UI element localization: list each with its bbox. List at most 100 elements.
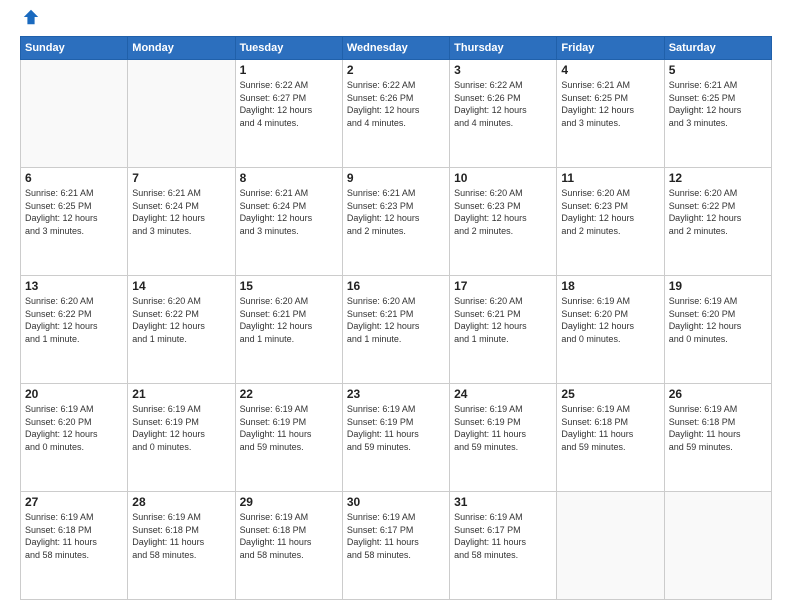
calendar-cell: 7 Sunrise: 6:21 AM Sunset: 6:24 PM Daylig… [128,168,235,276]
day-number: 9 [347,171,445,185]
header [20,16,772,26]
calendar-cell: 26 Sunrise: 6:19 AM Sunset: 6:18 PM Dayli… [664,384,771,492]
cell-info: Sunrise: 6:20 AM Sunset: 6:22 PM Dayligh… [25,295,123,345]
calendar-cell: 18Sunrise: 6:19 AM Sunset: 6:20 PM Dayli… [557,276,664,384]
calendar-cell: 3Sunrise: 6:22 AM Sunset: 6:26 PM Daylig… [450,60,557,168]
day-number: 14 [132,279,230,293]
calendar-cell: 5 Sunrise: 6:21 AM Sunset: 6:25 PM Daylig… [664,60,771,168]
weekday-header: Tuesday [235,37,342,60]
calendar-week-row: 1Sunrise: 6:22 AM Sunset: 6:27 PM Daylig… [21,60,772,168]
cell-info: Sunrise: 6:19 AM Sunset: 6:19 PM Dayligh… [132,403,230,453]
day-number: 17 [454,279,552,293]
day-number: 1 [240,63,338,77]
header-row: SundayMondayTuesdayWednesdayThursdayFrid… [21,37,772,60]
cell-info: Sunrise: 6:19 AM Sunset: 6:20 PM Dayligh… [25,403,123,453]
calendar-cell: 31 Sunrise: 6:19 AM Sunset: 6:17 PM Dayli… [450,492,557,600]
day-number: 10 [454,171,552,185]
calendar-cell: 25 Sunrise: 6:19 AM Sunset: 6:18 PM Dayli… [557,384,664,492]
calendar-cell: 22Sunrise: 6:19 AM Sunset: 6:19 PM Dayli… [235,384,342,492]
calendar-cell: 15 Sunrise: 6:20 AM Sunset: 6:21 PM Dayli… [235,276,342,384]
day-number: 4 [561,63,659,77]
cell-info: Sunrise: 6:19 AM Sunset: 6:19 PM Dayligh… [454,403,552,453]
day-number: 6 [25,171,123,185]
cell-info: Sunrise: 6:22 AM Sunset: 6:26 PM Dayligh… [347,79,445,129]
calendar-cell: 24 Sunrise: 6:19 AM Sunset: 6:19 PM Dayli… [450,384,557,492]
day-number: 21 [132,387,230,401]
day-number: 24 [454,387,552,401]
calendar-cell: 10Sunrise: 6:20 AM Sunset: 6:23 PM Dayli… [450,168,557,276]
day-number: 12 [669,171,767,185]
day-number: 7 [132,171,230,185]
cell-info: Sunrise: 6:20 AM Sunset: 6:21 PM Dayligh… [240,295,338,345]
cell-info: Sunrise: 6:19 AM Sunset: 6:18 PM Dayligh… [132,511,230,561]
day-number: 31 [454,495,552,509]
day-number: 16 [347,279,445,293]
cell-info: Sunrise: 6:19 AM Sunset: 6:19 PM Dayligh… [347,403,445,453]
calendar-cell: 11Sunrise: 6:20 AM Sunset: 6:23 PM Dayli… [557,168,664,276]
day-number: 28 [132,495,230,509]
day-number: 23 [347,387,445,401]
calendar-cell: 9 Sunrise: 6:21 AM Sunset: 6:23 PM Daylig… [342,168,449,276]
calendar-cell: 21 Sunrise: 6:19 AM Sunset: 6:19 PM Dayli… [128,384,235,492]
calendar-cell [128,60,235,168]
calendar-cell: 28 Sunrise: 6:19 AM Sunset: 6:18 PM Dayli… [128,492,235,600]
day-number: 5 [669,63,767,77]
calendar-cell: 12 Sunrise: 6:20 AM Sunset: 6:22 PM Dayli… [664,168,771,276]
calendar-cell: 19Sunrise: 6:19 AM Sunset: 6:20 PM Dayli… [664,276,771,384]
cell-info: Sunrise: 6:19 AM Sunset: 6:20 PM Dayligh… [561,295,659,345]
day-number: 30 [347,495,445,509]
calendar-cell: 1Sunrise: 6:22 AM Sunset: 6:27 PM Daylig… [235,60,342,168]
calendar-cell: 13 Sunrise: 6:20 AM Sunset: 6:22 PM Dayli… [21,276,128,384]
cell-info: Sunrise: 6:19 AM Sunset: 6:20 PM Dayligh… [669,295,767,345]
weekday-header: Monday [128,37,235,60]
calendar-week-row: 27 Sunrise: 6:19 AM Sunset: 6:18 PM Dayli… [21,492,772,600]
calendar-table: SundayMondayTuesdayWednesdayThursdayFrid… [20,36,772,600]
day-number: 8 [240,171,338,185]
calendar-cell: 17 Sunrise: 6:20 AM Sunset: 6:21 PM Dayli… [450,276,557,384]
day-number: 15 [240,279,338,293]
calendar-week-row: 20Sunrise: 6:19 AM Sunset: 6:20 PM Dayli… [21,384,772,492]
page: SundayMondayTuesdayWednesdayThursdayFrid… [0,0,792,612]
weekday-header: Sunday [21,37,128,60]
cell-info: Sunrise: 6:20 AM Sunset: 6:21 PM Dayligh… [454,295,552,345]
calendar-cell [21,60,128,168]
day-number: 13 [25,279,123,293]
weekday-header: Friday [557,37,664,60]
calendar-cell [664,492,771,600]
day-number: 26 [669,387,767,401]
weekday-header: Wednesday [342,37,449,60]
day-number: 2 [347,63,445,77]
day-number: 11 [561,171,659,185]
day-number: 25 [561,387,659,401]
cell-info: Sunrise: 6:20 AM Sunset: 6:22 PM Dayligh… [132,295,230,345]
cell-info: Sunrise: 6:19 AM Sunset: 6:18 PM Dayligh… [669,403,767,453]
cell-info: Sunrise: 6:20 AM Sunset: 6:22 PM Dayligh… [669,187,767,237]
day-number: 27 [25,495,123,509]
weekday-header: Saturday [664,37,771,60]
day-number: 22 [240,387,338,401]
logo-icon [22,8,40,26]
calendar-cell: 14 Sunrise: 6:20 AM Sunset: 6:22 PM Dayli… [128,276,235,384]
calendar-week-row: 6Sunrise: 6:21 AM Sunset: 6:25 PM Daylig… [21,168,772,276]
calendar-cell: 4 Sunrise: 6:21 AM Sunset: 6:25 PM Daylig… [557,60,664,168]
cell-info: Sunrise: 6:21 AM Sunset: 6:23 PM Dayligh… [347,187,445,237]
cell-info: Sunrise: 6:19 AM Sunset: 6:17 PM Dayligh… [347,511,445,561]
cell-info: Sunrise: 6:19 AM Sunset: 6:18 PM Dayligh… [25,511,123,561]
calendar-cell: 8Sunrise: 6:21 AM Sunset: 6:24 PM Daylig… [235,168,342,276]
calendar-cell: 6Sunrise: 6:21 AM Sunset: 6:25 PM Daylig… [21,168,128,276]
calendar-cell: 30 Sunrise: 6:19 AM Sunset: 6:17 PM Dayli… [342,492,449,600]
cell-info: Sunrise: 6:22 AM Sunset: 6:26 PM Dayligh… [454,79,552,129]
cell-info: Sunrise: 6:21 AM Sunset: 6:24 PM Dayligh… [132,187,230,237]
day-number: 29 [240,495,338,509]
cell-info: Sunrise: 6:19 AM Sunset: 6:18 PM Dayligh… [561,403,659,453]
cell-info: Sunrise: 6:20 AM Sunset: 6:21 PM Dayligh… [347,295,445,345]
calendar-cell: 16 Sunrise: 6:20 AM Sunset: 6:21 PM Dayli… [342,276,449,384]
calendar-cell: 27 Sunrise: 6:19 AM Sunset: 6:18 PM Dayli… [21,492,128,600]
cell-info: Sunrise: 6:19 AM Sunset: 6:17 PM Dayligh… [454,511,552,561]
calendar-cell: 2 Sunrise: 6:22 AM Sunset: 6:26 PM Daylig… [342,60,449,168]
calendar-week-row: 13 Sunrise: 6:20 AM Sunset: 6:22 PM Dayli… [21,276,772,384]
cell-info: Sunrise: 6:21 AM Sunset: 6:25 PM Dayligh… [561,79,659,129]
logo [20,20,40,26]
cell-info: Sunrise: 6:21 AM Sunset: 6:25 PM Dayligh… [669,79,767,129]
calendar-cell: 20Sunrise: 6:19 AM Sunset: 6:20 PM Dayli… [21,384,128,492]
